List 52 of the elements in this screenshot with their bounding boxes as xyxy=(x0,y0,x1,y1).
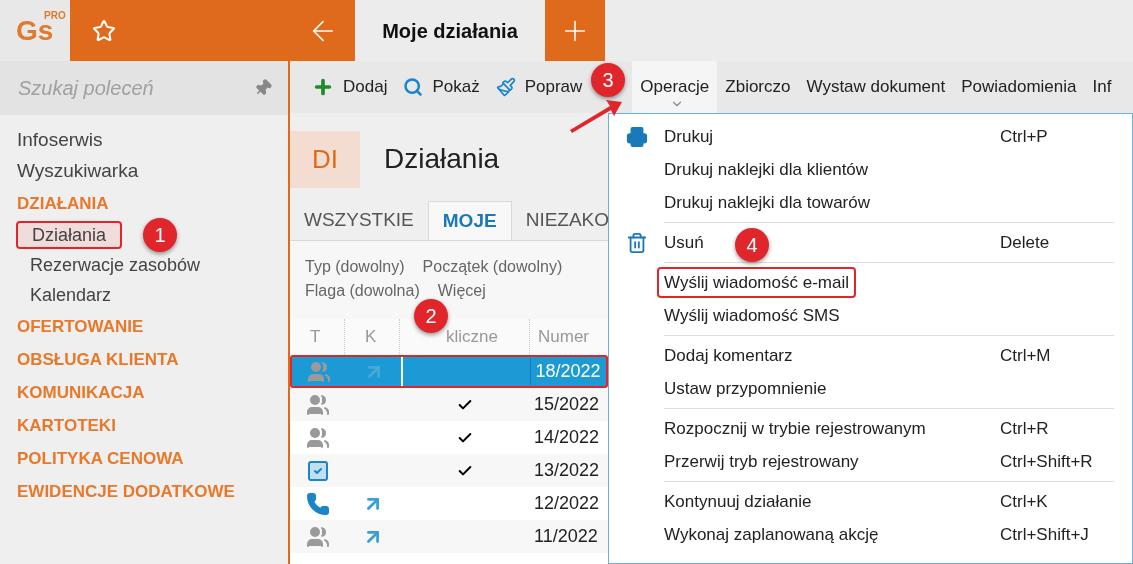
filter-link[interactable]: Typ (dowolny) xyxy=(305,255,405,279)
table-cell-text: 15/2022 xyxy=(533,393,601,416)
menu-item[interactable]: Usuń xyxy=(664,229,704,256)
sidebar-item[interactable]: Infoserwis xyxy=(17,125,288,156)
menu-item[interactable]: Wyślij wiadomość SMS xyxy=(664,302,840,329)
sidebar-item[interactable]: Działania xyxy=(16,221,123,249)
menu-item[interactable]: Ustaw przypomnienie xyxy=(664,375,827,402)
table-cell-text: 11/2022 xyxy=(533,525,599,548)
shortcut-label: Delete xyxy=(1000,231,1050,254)
shortcut-label: Ctrl+K xyxy=(1000,490,1048,513)
table-row[interactable]: 13/2022 xyxy=(290,454,608,487)
toolbar-button[interactable]: Zbiorczo xyxy=(717,61,799,113)
table-cell-text: 13/2022 xyxy=(533,459,601,482)
table-cell: 18/2022 xyxy=(530,358,606,385)
shortcut-label: Ctrl+Shift+J xyxy=(1000,523,1089,546)
toolbar-button[interactable]: Powiadomienia xyxy=(953,61,1085,113)
logo: GsPRO xyxy=(0,0,70,61)
menu-item[interactable]: Kontynuuj działanie xyxy=(664,488,812,515)
command-search-bar[interactable]: Szukaj poleceń xyxy=(0,61,288,115)
menu-item[interactable]: Wykonaj zaplanowaną akcję xyxy=(664,521,879,548)
toolbar-button[interactable]: Dodaj xyxy=(304,61,396,113)
toolbar-button[interactable]: Popraw xyxy=(487,61,591,113)
table-cell-text: 12/2022 xyxy=(533,492,601,515)
shortcut-label: Ctrl+P xyxy=(1000,125,1048,148)
filter-link[interactable]: Początek (dowolny) xyxy=(422,255,563,279)
command-search-field[interactable]: Szukaj poleceń xyxy=(18,73,254,103)
menu-item[interactable]: Przerwij tryb rejestrowany xyxy=(664,448,859,475)
sidebar-item[interactable]: Rezerwacje zasobów xyxy=(16,251,215,279)
menu-item[interactable]: Drukuj naklejki dla klientów xyxy=(664,156,869,183)
menu-item[interactable]: Rozpocznij w trybie rejestrowanym xyxy=(664,415,926,442)
sidebar-item[interactable]: Kalendarz xyxy=(16,281,126,309)
toolbar-button[interactable]: Pokaż xyxy=(395,61,488,113)
view-tab[interactable]: MOJE xyxy=(427,201,512,240)
table-cell-text: 14/2022 xyxy=(533,426,601,449)
view-tab[interactable]: WSZYSTKIE xyxy=(290,201,428,240)
shortcut-label: Ctrl+Shift+R xyxy=(1000,450,1093,473)
table-row[interactable]: 15/2022 xyxy=(290,388,608,421)
menu-item[interactable]: Dodaj komentarz xyxy=(664,342,793,369)
menu-item[interactable]: Drukuj naklejki dla towarów xyxy=(664,189,870,216)
toolbar-button[interactable]: Operacje xyxy=(632,61,718,113)
menu-item[interactable]: Drukuj xyxy=(664,123,714,150)
table-row[interactable]: 11/2022 xyxy=(290,520,608,553)
page-title: Działania xyxy=(384,142,500,176)
sidebar-item[interactable]: Wyszukiwarka xyxy=(17,156,288,187)
step-badge: 1 xyxy=(143,218,177,252)
toolbar-button[interactable]: Wystaw dokument xyxy=(798,61,954,113)
menu-item[interactable]: Wyślij wiadomość e-mail xyxy=(657,266,856,299)
step-badge: 4 xyxy=(735,228,769,262)
module-badge: DI xyxy=(290,130,360,188)
shortcut-label: Ctrl+R xyxy=(1000,417,1049,440)
toolbar-button[interactable]: Inf xyxy=(1084,61,1120,113)
shortcut-label: Ctrl+M xyxy=(1000,344,1051,367)
